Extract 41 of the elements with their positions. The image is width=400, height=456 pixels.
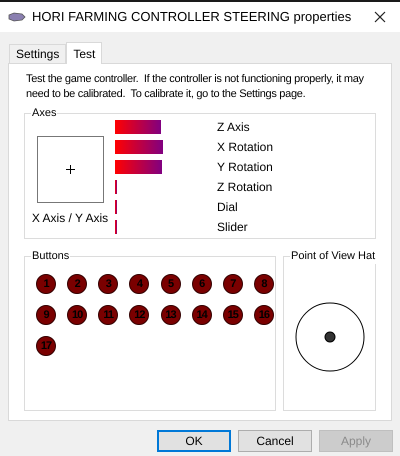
button-indicator: 7 (222, 274, 243, 294)
button-indicator: 3 (98, 274, 118, 294)
button-indicator: 2 (67, 274, 88, 294)
button-indicator: 13 (160, 305, 180, 325)
axis-bar (115, 200, 116, 214)
axis-bar (115, 120, 161, 134)
button-indicator: 8 (254, 274, 274, 294)
close-icon (374, 11, 386, 23)
axis-label: X Rotation (217, 139, 274, 156)
button-indicator: 11 (98, 305, 118, 325)
axis-label: Z Axis (217, 119, 250, 136)
button-indicator: 1 (36, 274, 56, 294)
tab[interactable]: Test (66, 42, 102, 64)
button-indicator: 16 (254, 305, 274, 325)
crosshair-icon (66, 165, 74, 174)
button-indicator: 12 (129, 305, 150, 325)
axis-bar (115, 180, 116, 194)
axis-bar (115, 160, 162, 174)
button-indicator: 9 (36, 305, 56, 325)
axis-label: Dial (217, 199, 238, 216)
axis-bar (115, 140, 163, 154)
window-title: HORI FARMING CONTROLLER STEERING properties (32, 8, 352, 26)
button-indicator: 6 (192, 274, 212, 294)
axis-label: Z Rotation (217, 179, 272, 196)
group-title: Point of View Hat (290, 248, 376, 264)
button-indicator: 4 (129, 274, 150, 294)
axis-bar (115, 220, 116, 234)
axis-label: Slider (217, 219, 248, 236)
dialog-button[interactable]: OK (157, 430, 231, 452)
intro-text: Test the game controller. If the controller is not functioning properly, it may need to be calibrated. To calibrate it, go to the Settings page. (25, 72, 365, 102)
axis-label: Y Rotation (217, 159, 273, 176)
button-indicator: 15 (222, 305, 243, 325)
button-indicator: 14 (192, 305, 212, 325)
dialog-button[interactable]: Cancel (238, 430, 312, 452)
gamepad-icon (8, 11, 26, 23)
pov-hat-drawing (294, 302, 364, 372)
xy-axis-label: X Axis / Y Axis (32, 210, 108, 227)
button-indicator: 5 (160, 274, 180, 294)
button-indicator: 10 (67, 305, 88, 325)
button-indicator: 17 (36, 336, 56, 356)
tab[interactable]: Settings (9, 44, 66, 63)
